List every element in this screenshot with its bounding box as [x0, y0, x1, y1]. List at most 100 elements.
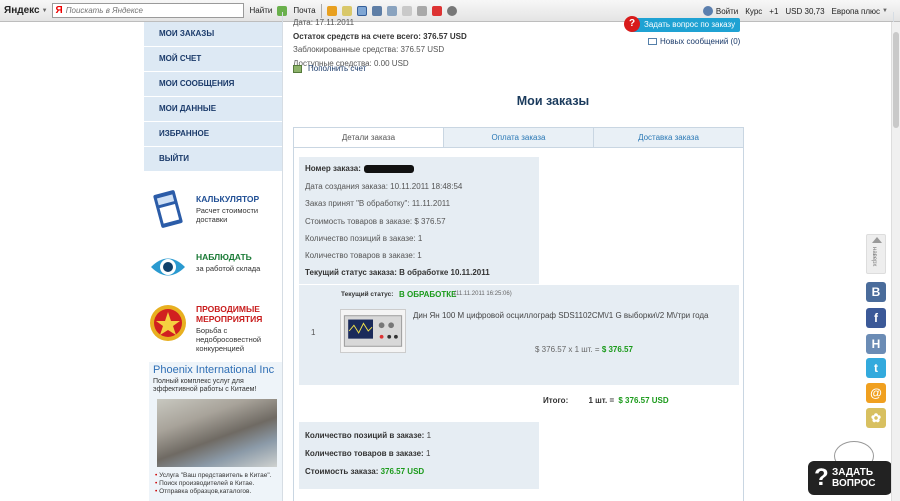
- account-blocked: Заблокированные средства: 376.57 USD: [293, 45, 445, 54]
- main-content: Дата: 17.11.2011 Остаток средств на счет…: [282, 12, 894, 501]
- envelope-icon: [648, 38, 657, 45]
- bookmark-icon[interactable]: ✿: [866, 408, 886, 428]
- vkontakte-icon[interactable]: В: [866, 282, 886, 302]
- order-tabs: Детали заказа Оплата заказа Доставка зак…: [293, 127, 744, 148]
- search-box[interactable]: Я: [51, 3, 244, 18]
- phoenix-banner[interactable]: Phoenix International Inc Полный комплек…: [149, 362, 282, 501]
- sidebar-item-profile[interactable]: МОИ ДАННЫЕ: [144, 97, 282, 122]
- ask-question-button[interactable]: Задать вопрос по заказу: [630, 18, 740, 32]
- yandex-search-icon: Я: [55, 5, 63, 16]
- ask-question-badge[interactable]: ? ЗАДАТЬ ВОПРОС: [808, 441, 892, 497]
- summary-goods-value: 1: [425, 449, 431, 458]
- order-accepted: Заказ принят "В обработку": 11.11.2011: [305, 199, 451, 208]
- summary-positions-label: Количество позиций в заказе:: [305, 431, 425, 440]
- tab-delivery[interactable]: Доставка заказа: [594, 128, 743, 147]
- item-price-line: $ 376.57 x 1 шт. =: [535, 345, 600, 354]
- scrollbar-thumb[interactable]: [893, 32, 899, 128]
- question-mark: ?: [814, 464, 829, 491]
- phoenix-services: Услуга "Ваш представитель в Китае". Поис…: [155, 472, 280, 496]
- promo-events[interactable]: ПРОВОДИМЫЕ МЕРОПРИЯТИЯ Борьба с недоброс…: [149, 304, 279, 353]
- item-status-value: В ОБРАБОТКЕ: [399, 290, 457, 299]
- list-item: Поиск производителей в Китае.: [155, 480, 280, 488]
- tab-payment[interactable]: Оплата заказа: [444, 128, 594, 147]
- office-photo: [157, 399, 277, 467]
- order-goods-count: Количество товаров в заказе: 1: [305, 251, 422, 260]
- promo-subtitle: за работой склада: [196, 264, 261, 273]
- new-messages-link[interactable]: Новых сообщений (0): [648, 37, 740, 46]
- scroll-top-label: наверх: [871, 247, 877, 267]
- item-status-label: Текущий статус:: [341, 291, 394, 298]
- question-icon: ?: [624, 16, 640, 32]
- order-summary: Количество позиций в заказе: 1 Количеств…: [299, 422, 539, 489]
- promo-title: НАБЛЮДАТЬ: [196, 252, 252, 262]
- item-price-sum: $ 376.57: [601, 345, 633, 354]
- summary-positions: Количество позиций в заказе: 1: [305, 431, 431, 440]
- sidebar-item-account[interactable]: МОЙ СЧЕТ: [144, 47, 282, 72]
- eye-icon: [151, 258, 185, 276]
- calculator-icon: [153, 190, 183, 228]
- sidebar: МОИ ЗАКАЗЫ МОЙ СЧЕТ МОИ СООБЩЕНИЯ МОИ ДА…: [144, 22, 282, 501]
- order-item: 1 Текущий статус: В ОБРАБОТКЕ (11.11.201…: [299, 285, 739, 385]
- promo-title: ПРОВОДИМЫЕ МЕРОПРИЯТИЯ: [196, 304, 263, 324]
- order-status: Текущий статус заказа: В обработке 10.11…: [305, 268, 490, 277]
- order-number: Номер заказа:: [305, 164, 414, 173]
- sidebar-item-logout[interactable]: ВЫЙТИ: [144, 147, 282, 172]
- arrow-up-icon: [872, 237, 882, 243]
- new-messages-label: Новых сообщений (0): [660, 37, 741, 46]
- order-positions: Количество позиций в заказе: 1: [305, 234, 423, 243]
- email-icon[interactable]: @: [866, 383, 886, 403]
- promo-watch[interactable]: НАБЛЮДАТЬ за работой склада: [149, 248, 279, 288]
- order-goods-cost: Стоимость товаров в заказе: $ 376.57: [305, 217, 446, 226]
- question-text: ЗАДАТЬ ВОПРОС: [832, 467, 876, 489]
- hyves-icon[interactable]: H: [866, 334, 886, 354]
- wallet-icon: [293, 64, 302, 73]
- question-box: ? ЗАДАТЬ ВОПРОС: [808, 461, 892, 495]
- redaction: [363, 164, 414, 173]
- list-item: Услуга "Ваш представитель в Китае".: [155, 472, 280, 480]
- item-name-link[interactable]: Дин Ян 100 М цифровой осциллограф SDS110…: [413, 311, 709, 320]
- total-label: Итого:: [543, 396, 569, 405]
- list-item: Отправка образцов,каталогов.: [155, 488, 280, 496]
- page-title: Мои заказы: [516, 94, 590, 108]
- total-sum: $ 376.57 USD: [618, 396, 669, 405]
- order-created: Дата создания заказа: 10.11.2011 18:48:5…: [305, 182, 463, 191]
- order-number-label: Номер заказа:: [305, 164, 361, 173]
- search-input[interactable]: [65, 6, 236, 15]
- account-balance: Остаток средств на счете всего: 376.57 U…: [293, 31, 467, 41]
- summary-positions-value: 1: [426, 431, 432, 440]
- summary-cost: Стоимость заказа: 376.57 USD: [305, 467, 424, 476]
- sidebar-item-favorites[interactable]: ИЗБРАННОЕ: [144, 122, 282, 147]
- phoenix-title: Phoenix International Inc: [153, 364, 275, 376]
- twitter-icon[interactable]: t: [866, 358, 886, 378]
- summary-goods: Количество товаров в заказе: 1: [305, 449, 430, 458]
- topup-label: Пополнить счет: [308, 64, 367, 73]
- topup-link[interactable]: Пополнить счет: [293, 64, 366, 73]
- tab-details[interactable]: Детали заказа: [294, 128, 444, 147]
- scroll-top-button[interactable]: наверх: [866, 234, 886, 274]
- oscilloscope-image[interactable]: [340, 309, 406, 353]
- sidebar-item-orders[interactable]: МОИ ЗАКАЗЫ: [144, 22, 282, 47]
- sidebar-item-messages[interactable]: МОИ СООБЩЕНИЯ: [144, 72, 282, 97]
- item-status-date: (11.11.2011 16:25:06): [454, 291, 512, 297]
- order-info: Номер заказа: Дата создания заказа: 10.1…: [299, 157, 539, 284]
- account-date: Дата: 17.11.2011: [293, 18, 355, 27]
- promo-calculator[interactable]: КАЛЬКУЛЯТОР Расчет стоимости доставки: [149, 190, 279, 230]
- facebook-icon[interactable]: f: [866, 308, 886, 328]
- summary-cost-value: 376.57 USD: [380, 467, 425, 476]
- account-info: Дата: 17.11.2011 Остаток средств на счет…: [293, 16, 467, 70]
- order-total: Итого: 1 шт. = $ 376.57 USD: [543, 396, 669, 405]
- find-button[interactable]: Найти: [250, 6, 273, 15]
- promo-subtitle: Расчет стоимости доставки: [196, 206, 259, 224]
- summary-goods-label: Количество товаров в заказе:: [305, 449, 424, 458]
- emblem-icon: [150, 305, 186, 341]
- chevron-down-icon[interactable]: ▼: [42, 8, 48, 14]
- promo-title: КАЛЬКУЛЯТОР: [196, 194, 260, 204]
- summary-cost-label: Стоимость заказа:: [305, 467, 379, 476]
- scrollbar[interactable]: [891, 22, 900, 501]
- item-price: $ 376.57 x 1 шт. = $ 376.57: [535, 345, 633, 354]
- phoenix-subtitle: Полный комплекс услуг для эффективной ра…: [153, 378, 257, 393]
- yandex-logo[interactable]: Яндекс: [4, 5, 40, 16]
- total-qty: 1 шт. =: [588, 396, 615, 405]
- item-index: 1: [311, 328, 316, 337]
- promo-subtitle: Борьба с недобросовестной конкуренцией: [196, 326, 262, 353]
